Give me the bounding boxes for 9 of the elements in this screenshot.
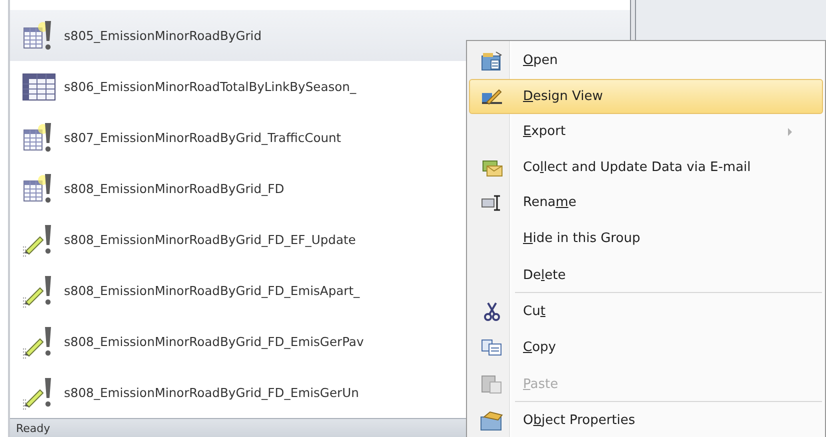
object-name: s807_EmissionMinorRoadByGrid_TrafficCount (64, 130, 342, 144)
object-name: s808_EmissionMinorRoadByGrid_FD_EmisGerUn (64, 386, 359, 400)
object-name: s805_EmissionMinorRoadByGrid (64, 28, 262, 42)
object-name: s808_EmissionMinorRoadByGrid_FD_EF_Update (64, 232, 356, 246)
object-name: s806_EmissionMinorRoadTotalByLinkBySeason_ (64, 80, 356, 94)
status-text: Ready (15, 422, 50, 434)
object-name: s808_EmissionMinorRoadByGrid_FD_EmisApart_ (64, 284, 360, 298)
object-name: s808_EmissionMinorRoadByGrid_FD (64, 182, 284, 196)
object-name: s808_EmissionMinorRoadByGrid_FD_EmisGerPav (64, 334, 364, 348)
